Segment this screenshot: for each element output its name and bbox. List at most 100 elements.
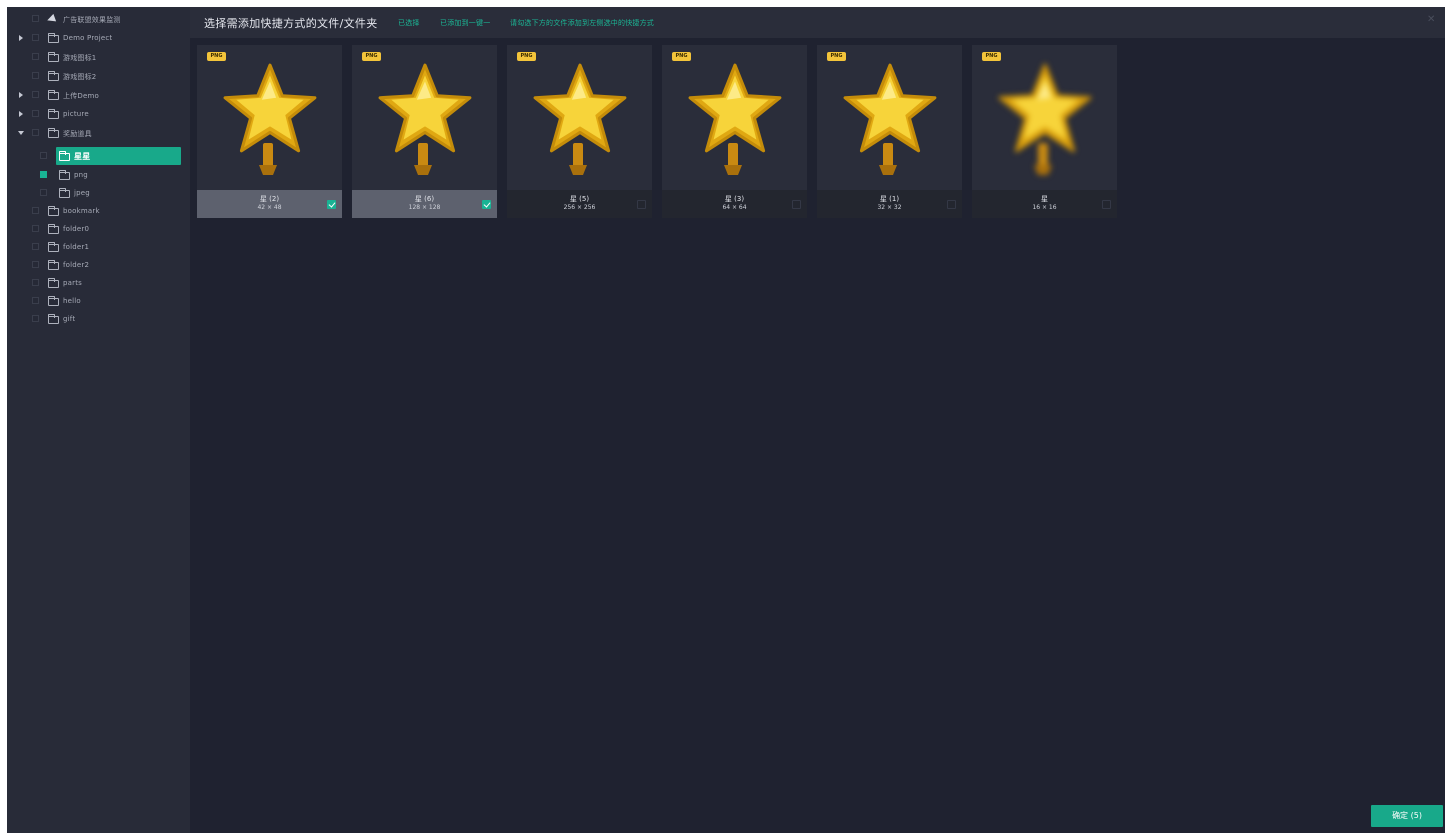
expand-arrow-icon[interactable] xyxy=(19,35,23,41)
tree-checkbox[interactable] xyxy=(32,225,39,232)
tree-checkbox[interactable] xyxy=(32,261,39,268)
tree-item-folder0[interactable]: folder0 xyxy=(7,221,190,237)
file-type-badge: PNG xyxy=(982,52,1001,61)
confirm-button[interactable]: 确定 (5) xyxy=(1371,805,1443,827)
folder-icon xyxy=(48,206,59,216)
folder-tree-sidebar: 广告联盟效果监测 Demo Project 游戏图标1 游戏图标2 上传Demo xyxy=(7,7,190,833)
tree-item-gift[interactable]: gift xyxy=(7,311,190,327)
tree-item-label: picture xyxy=(63,110,89,118)
tree-checkbox[interactable] xyxy=(32,315,39,322)
tree-item-label: 游戏图标1 xyxy=(63,54,97,62)
folder-icon xyxy=(48,296,59,306)
image-card[interactable]: PNG 星 16 × 16 xyxy=(972,45,1117,218)
tree-item-bookmark[interactable]: bookmark xyxy=(7,203,190,219)
folder-icon xyxy=(48,33,59,43)
tree-item-stars[interactable]: 星星 xyxy=(7,148,190,164)
star-thumbnail xyxy=(662,45,807,190)
tree-item-label: folder2 xyxy=(63,261,90,269)
tree-item-demo-project[interactable]: Demo Project xyxy=(7,30,190,46)
file-dimensions: 16 × 16 xyxy=(1032,204,1057,211)
image-card[interactable]: PNG 星 (6) 128 × 128 xyxy=(352,45,497,218)
card-checkbox[interactable] xyxy=(637,200,646,209)
send-icon xyxy=(45,13,57,25)
image-card[interactable]: PNG 星 (3) 64 × 64 xyxy=(662,45,807,218)
tree-item-label: hello xyxy=(63,297,81,305)
tree-item-ad-monitor[interactable]: 广告联盟效果监测 xyxy=(7,11,190,27)
tree-item-label: gift xyxy=(63,315,76,323)
card-info: 星 (5) 256 × 256 xyxy=(507,190,652,218)
tree-item-game-icons-2[interactable]: 游戏图标2 xyxy=(7,68,190,84)
card-checkbox[interactable] xyxy=(1102,200,1111,209)
card-checkbox[interactable] xyxy=(947,200,956,209)
tree-checkbox[interactable] xyxy=(40,189,47,196)
image-card[interactable]: PNG 星 (1) 32 × 32 xyxy=(817,45,962,218)
card-checkbox[interactable] xyxy=(792,200,801,209)
tree-item-label: jpeg xyxy=(74,189,90,197)
card-checkbox-checked[interactable] xyxy=(327,200,336,209)
tree-item-label: png xyxy=(74,171,88,179)
card-info: 星 (2) 42 × 48 xyxy=(197,190,342,218)
folder-icon xyxy=(48,314,59,324)
tree-item-folder2[interactable]: folder2 xyxy=(7,257,190,273)
tree-checkbox[interactable] xyxy=(32,279,39,286)
folder-icon xyxy=(48,242,59,252)
tree-checkbox[interactable] xyxy=(32,15,39,22)
file-name: 星 (1) xyxy=(879,195,900,203)
file-dimensions: 64 × 64 xyxy=(722,204,747,211)
folder-icon xyxy=(59,170,70,180)
tree-checkbox[interactable] xyxy=(32,243,39,250)
file-type-badge: PNG xyxy=(207,52,226,61)
tree-item-label: folder0 xyxy=(63,225,90,233)
dialog-header: 选择需添加快捷方式的文件/文件夹 已选择 已添加到一键一 请勾选下方的文件添加到… xyxy=(190,7,1445,38)
folder-icon xyxy=(59,151,70,161)
tree-item-label: Demo Project xyxy=(63,34,113,42)
tree-item-upload-demo[interactable]: 上传Demo xyxy=(7,87,190,103)
expand-arrow-icon[interactable] xyxy=(19,111,23,117)
folder-icon xyxy=(48,109,59,119)
tree-checkbox[interactable] xyxy=(32,53,39,60)
tree-item-label: 游戏图标2 xyxy=(63,73,97,81)
file-name: 星 (6) xyxy=(414,195,435,203)
file-dimensions: 128 × 128 xyxy=(408,204,441,211)
file-dimensions: 256 × 256 xyxy=(563,204,596,211)
tree-item-label: 上传Demo xyxy=(63,92,99,100)
tree-checkbox[interactable] xyxy=(40,152,47,159)
tree-item-picture[interactable]: picture xyxy=(7,106,190,122)
expand-arrow-icon[interactable] xyxy=(19,92,23,98)
star-thumbnail xyxy=(352,45,497,190)
file-type-badge: PNG xyxy=(672,52,691,61)
tree-checkbox[interactable] xyxy=(32,110,39,117)
folder-icon xyxy=(48,260,59,270)
close-icon[interactable]: ✕ xyxy=(1427,15,1437,25)
tree-item-folder1[interactable]: folder1 xyxy=(7,239,190,255)
file-name: 星 (3) xyxy=(724,195,745,203)
tree-item-reward-props[interactable]: 奖励道具 xyxy=(7,125,190,141)
tree-checkbox-checked[interactable] xyxy=(40,171,47,178)
tree-item-game-icons-1[interactable]: 游戏图标1 xyxy=(7,49,190,65)
hint-selected: 已选择 xyxy=(398,19,420,27)
tree-checkbox[interactable] xyxy=(32,207,39,214)
collapse-arrow-icon[interactable] xyxy=(18,131,24,135)
tree-checkbox[interactable] xyxy=(32,72,39,79)
file-name: 星 xyxy=(1041,195,1048,203)
tree-item-label: bookmark xyxy=(63,207,100,215)
card-info: 星 (1) 32 × 32 xyxy=(817,190,962,218)
star-thumbnail xyxy=(972,45,1117,190)
tree-item-jpeg[interactable]: jpeg xyxy=(7,185,190,201)
tree-item-png[interactable]: png xyxy=(7,167,190,183)
file-name: 星 (2) xyxy=(259,195,280,203)
tree-item-label: parts xyxy=(63,279,83,287)
star-thumbnail xyxy=(197,45,342,190)
image-card[interactable]: PNG 星 (5) 256 × 256 xyxy=(507,45,652,218)
tree-checkbox[interactable] xyxy=(32,34,39,41)
image-card[interactable]: PNG 星 (2) 42 × 48 xyxy=(197,45,342,218)
tree-checkbox[interactable] xyxy=(32,91,39,98)
card-checkbox-checked[interactable] xyxy=(482,200,491,209)
tree-checkbox[interactable] xyxy=(32,297,39,304)
tree-checkbox[interactable] xyxy=(32,129,39,136)
hint-added: 已添加到一键一 xyxy=(440,19,491,27)
folder-icon xyxy=(48,278,59,288)
file-type-badge: PNG xyxy=(827,52,846,61)
tree-item-parts[interactable]: parts xyxy=(7,275,190,291)
tree-item-hello[interactable]: hello xyxy=(7,293,190,309)
